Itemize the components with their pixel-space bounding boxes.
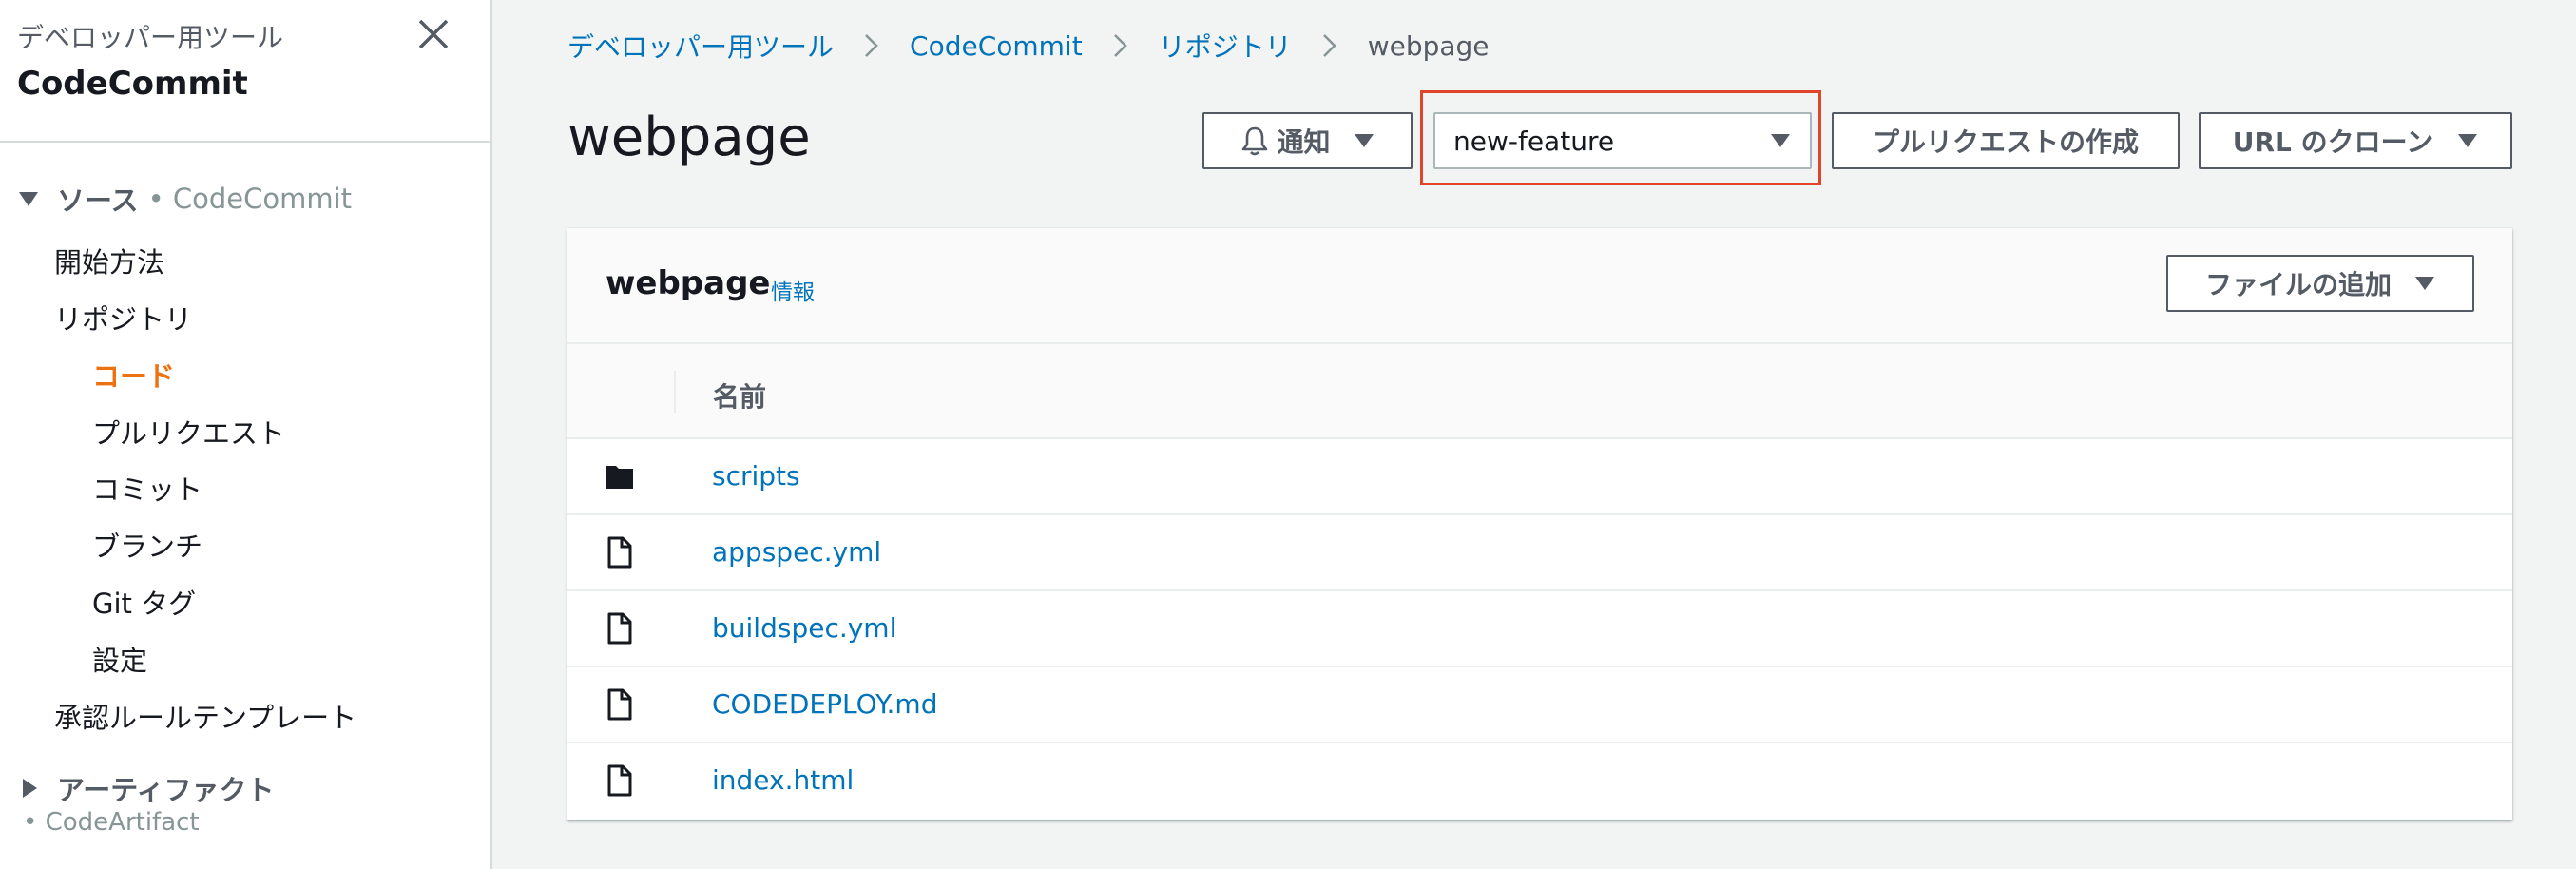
sidebar-section-artifacts[interactable]: アーティファクト — [17, 768, 275, 808]
sidebar-header: デベロッパー用ツール CodeCommit — [0, 0, 490, 143]
file-name-link[interactable]: scripts — [712, 460, 800, 492]
breadcrumb-developer-tools[interactable]: デベロッパー用ツール — [567, 27, 834, 65]
table-row[interactable]: index.html — [567, 743, 2512, 820]
chevron-right-icon — [865, 34, 878, 57]
table-row[interactable]: buildspec.yml — [567, 591, 2512, 667]
notify-button[interactable]: 通知 — [1202, 112, 1413, 169]
breadcrumb-codecommit[interactable]: CodeCommit — [910, 30, 1083, 62]
close-icon[interactable] — [416, 17, 451, 51]
breadcrumb-repositories[interactable]: リポジトリ — [1159, 27, 1292, 65]
caret-down-icon — [2415, 277, 2434, 290]
sidebar-section-label: アーティファクト — [57, 774, 275, 806]
caret-right-icon — [23, 779, 37, 798]
info-link[interactable]: 情報 — [771, 274, 815, 306]
breadcrumb-current: webpage — [1367, 29, 1490, 62]
panel-header: webpage 情報 ファイルの追加 — [567, 228, 2512, 344]
folder-icon — [606, 466, 633, 489]
branch-select-value: new-feature — [1453, 125, 1615, 157]
sidebar-item-repositories[interactable]: リポジトリ — [54, 298, 192, 338]
caret-down-icon — [2458, 134, 2478, 147]
clone-url-button[interactable]: URL のクローン — [2199, 112, 2512, 169]
sidebar: デベロッパー用ツール CodeCommit ソース • CodeCommit 開… — [0, 0, 492, 869]
sidebar-item-git-tags[interactable]: Git タグ — [92, 582, 196, 622]
column-divider — [674, 371, 676, 413]
file-icon — [607, 612, 632, 645]
table-row[interactable]: CODEDEPLOY.md — [567, 667, 2512, 743]
file-icon — [607, 688, 632, 721]
add-file-label: ファイルの追加 — [2204, 269, 2392, 300]
sidebar-super-title[interactable]: デベロッパー用ツール — [17, 17, 283, 55]
bell-icon — [1242, 126, 1268, 156]
file-icon — [607, 764, 632, 797]
page-title: webpage — [567, 106, 811, 168]
chevron-right-icon — [1322, 34, 1336, 57]
branch-select[interactable]: new-feature — [1433, 112, 1812, 169]
breadcrumb: デベロッパー用ツール CodeCommit リポジトリ webpage — [567, 27, 1490, 65]
sidebar-section-label: ソース — [57, 184, 139, 217]
sidebar-title[interactable]: CodeCommit — [17, 65, 248, 103]
file-name-link[interactable]: index.html — [712, 764, 854, 796]
file-name-link[interactable]: appspec.yml — [712, 536, 881, 568]
table-header: 名前 — [567, 344, 2512, 439]
file-name-link[interactable]: CODEDEPLOY.md — [712, 688, 937, 720]
table-row[interactable]: appspec.yml — [567, 515, 2512, 591]
caret-down-icon — [1771, 134, 1790, 147]
clone-url-label: URL のクローン — [2232, 126, 2433, 158]
sidebar-section-sub: • CodeCommit — [147, 183, 353, 215]
table-row[interactable]: scripts — [567, 439, 2512, 515]
add-file-button[interactable]: ファイルの追加 — [2166, 255, 2474, 312]
chevron-right-icon — [1113, 34, 1127, 57]
sidebar-section-sub: • CodeArtifact — [23, 808, 200, 837]
caret-down-icon — [1354, 134, 1374, 147]
notify-label: 通知 — [1277, 126, 1331, 158]
file-icon — [607, 536, 632, 569]
sidebar-item-code[interactable]: コード — [92, 355, 175, 395]
column-header-name[interactable]: 名前 — [713, 377, 766, 415]
panel-title: webpage — [606, 264, 771, 302]
sidebar-item-pull-requests[interactable]: プルリクエスト — [92, 412, 285, 452]
sidebar-item-branches[interactable]: ブランチ — [92, 525, 202, 565]
sidebar-item-getting-started[interactable]: 開始方法 — [54, 241, 164, 280]
sidebar-item-commits[interactable]: コミット — [92, 468, 202, 508]
repository-panel: webpage 情報 ファイルの追加 名前 scripts appspec.ym… — [567, 228, 2512, 820]
sidebar-item-approval-rule-templates[interactable]: 承認ルールテンプレート — [54, 696, 356, 736]
file-name-link[interactable]: buildspec.yml — [712, 612, 896, 644]
create-pull-request-button[interactable]: プルリクエストの作成 — [1832, 112, 2180, 169]
sidebar-section-source[interactable]: ソース • CodeCommit — [17, 179, 352, 219]
sidebar-item-settings[interactable]: 設定 — [92, 639, 147, 679]
caret-down-icon — [19, 192, 38, 206]
